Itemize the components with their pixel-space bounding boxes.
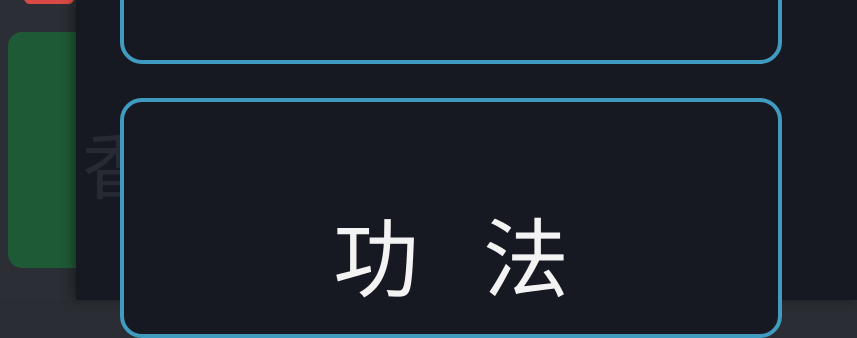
- technique-menu-card-label: 功法: [333, 211, 633, 311]
- red-badge-sliver: [24, 0, 74, 4]
- technique-menu-card[interactable]: 功法: [120, 98, 782, 338]
- top-menu-card[interactable]: [120, 0, 782, 64]
- left-side-strip: [0, 0, 98, 300]
